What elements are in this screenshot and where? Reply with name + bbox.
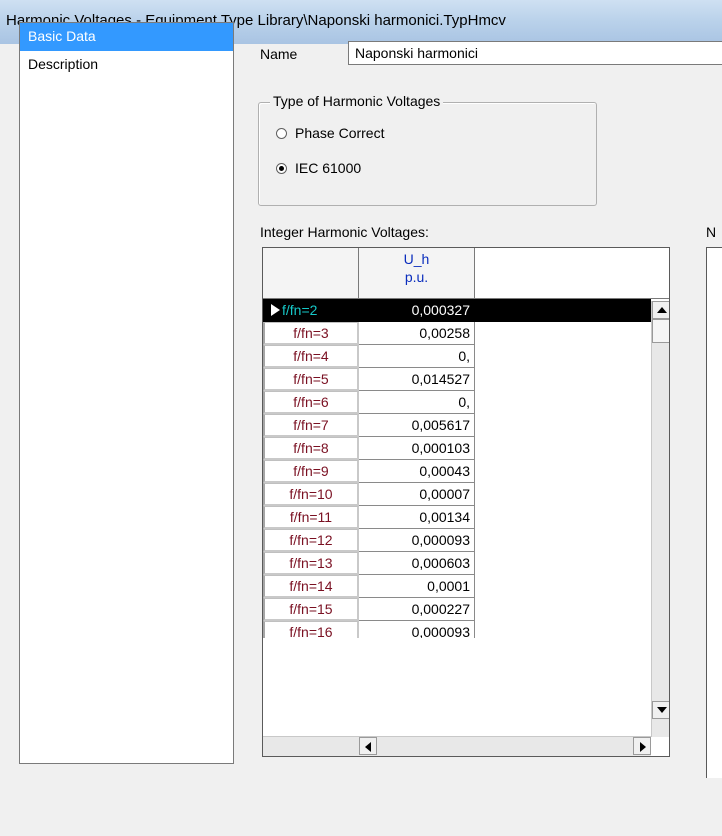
name-label: Name	[260, 46, 298, 62]
table-row[interactable]: f/fn=2 0,000327	[263, 299, 669, 322]
scroll-up-button[interactable]	[652, 301, 669, 319]
radio-iec-61000-label: IEC 61000	[295, 160, 362, 176]
value-cell[interactable]: 0,0001	[359, 575, 475, 598]
value-cell[interactable]: 0,000227	[359, 598, 475, 621]
row-header[interactable]: f/fn=7	[263, 414, 359, 437]
scroll-down-button[interactable]	[652, 701, 669, 719]
non-integer-harmonics-grid-edge[interactable]	[706, 247, 722, 778]
table-row[interactable]: f/fn=13 0,000603	[263, 552, 669, 575]
scroll-right-icon	[640, 742, 646, 752]
radio-phase-correct[interactable]: Phase Correct	[276, 125, 384, 141]
column-header-u-h-unit: p.u.	[404, 269, 429, 285]
row-header[interactable]: f/fn=6	[263, 391, 359, 414]
value-cell[interactable]: 0,000093	[359, 621, 475, 638]
value-cell[interactable]: 0,000093	[359, 529, 475, 552]
value-cell[interactable]: 0,	[359, 345, 475, 368]
table-row[interactable]: f/fn=10 0,00007	[263, 483, 669, 506]
row-header[interactable]: f/fn=2	[263, 299, 359, 322]
row-header[interactable]: f/fn=10	[263, 483, 359, 506]
value-cell[interactable]: 0,000103	[359, 437, 475, 460]
value-cell[interactable]: 0,000327	[359, 299, 475, 322]
table-row[interactable]: f/fn=9 0,00043	[263, 460, 669, 483]
nav-item-basic-data[interactable]: Basic Data	[20, 23, 233, 51]
table-row[interactable]: f/fn=8 0,000103	[263, 437, 669, 460]
scroll-left-icon	[365, 742, 371, 752]
scroll-right-button[interactable]	[633, 737, 651, 755]
value-cell[interactable]: 0,00043	[359, 460, 475, 483]
table-row[interactable]: f/fn=15 0,000227	[263, 598, 669, 621]
nav-item-description[interactable]: Description	[20, 51, 233, 79]
row-header-label: f/fn=2	[282, 302, 318, 318]
scroll-thumb[interactable]	[652, 319, 669, 343]
table-row[interactable]: f/fn=16 0,000093	[263, 621, 669, 638]
name-input[interactable]: Naponski harmonici	[348, 41, 722, 65]
row-header[interactable]: f/fn=4	[263, 345, 359, 368]
vertical-scrollbar[interactable]	[651, 301, 669, 737]
table-row[interactable]: f/fn=4 0,	[263, 345, 669, 368]
table-row[interactable]: f/fn=7 0,005617	[263, 414, 669, 437]
harmonic-type-group: Type of Harmonic Voltages Phase Correct …	[258, 93, 597, 206]
column-header-u-h[interactable]: U_h p.u.	[359, 248, 475, 299]
value-cell[interactable]: 0,005617	[359, 414, 475, 437]
grid-header-empty	[475, 248, 669, 299]
current-row-arrow-icon	[271, 304, 280, 316]
integer-harmonics-label: Integer Harmonic Voltages:	[260, 224, 429, 240]
scroll-up-icon	[657, 307, 667, 313]
table-row[interactable]: f/fn=12 0,000093	[263, 529, 669, 552]
row-header[interactable]: f/fn=3	[263, 322, 359, 345]
row-header[interactable]: f/fn=13	[263, 552, 359, 575]
row-header[interactable]: f/fn=16	[263, 621, 359, 638]
radio-iec-61000[interactable]: IEC 61000	[276, 160, 361, 176]
value-cell[interactable]: 0,000603	[359, 552, 475, 575]
row-header[interactable]: f/fn=9	[263, 460, 359, 483]
harmonic-type-group-title: Type of Harmonic Voltages	[270, 93, 444, 109]
row-header[interactable]: f/fn=12	[263, 529, 359, 552]
value-cell[interactable]: 0,	[359, 391, 475, 414]
grid-corner-header[interactable]	[263, 248, 359, 299]
scroll-down-icon	[657, 707, 667, 713]
sidebar-nav: Basic Data Description	[19, 22, 234, 764]
radio-phase-correct-circle[interactable]	[276, 127, 287, 139]
scroll-left-button[interactable]	[359, 737, 377, 755]
horizontal-scrollbar[interactable]	[359, 736, 651, 756]
row-header[interactable]: f/fn=8	[263, 437, 359, 460]
value-cell[interactable]: 0,00258	[359, 322, 475, 345]
table-row[interactable]: f/fn=14 0,0001	[263, 575, 669, 598]
value-cell[interactable]: 0,00007	[359, 483, 475, 506]
row-header[interactable]: f/fn=11	[263, 506, 359, 529]
grid-rows: f/fn=2 0,000327 f/fn=3 0,00258 f/fn=4 0,…	[263, 299, 669, 638]
radio-iec-61000-circle[interactable]	[276, 162, 287, 174]
secondary-grid-label-fragment: N	[706, 224, 717, 240]
row-header[interactable]: f/fn=5	[263, 368, 359, 391]
row-header[interactable]: f/fn=15	[263, 598, 359, 621]
integer-harmonics-grid[interactable]: U_h p.u. f/fn=2 0,000327 f/fn=3 0,00258 …	[262, 247, 670, 757]
value-cell[interactable]: 0,014527	[359, 368, 475, 391]
selected-row-fill	[475, 299, 651, 322]
grid-footer-corner	[263, 736, 359, 756]
column-header-u-h-name: U_h	[403, 251, 430, 267]
table-row[interactable]: f/fn=3 0,00258	[263, 322, 669, 345]
row-header[interactable]: f/fn=14	[263, 575, 359, 598]
radio-phase-correct-label: Phase Correct	[295, 125, 385, 141]
value-cell[interactable]: 0,00134	[359, 506, 475, 529]
table-row[interactable]: f/fn=6 0,	[263, 391, 669, 414]
table-row[interactable]: f/fn=11 0,00134	[263, 506, 669, 529]
table-row[interactable]: f/fn=5 0,014527	[263, 368, 669, 391]
